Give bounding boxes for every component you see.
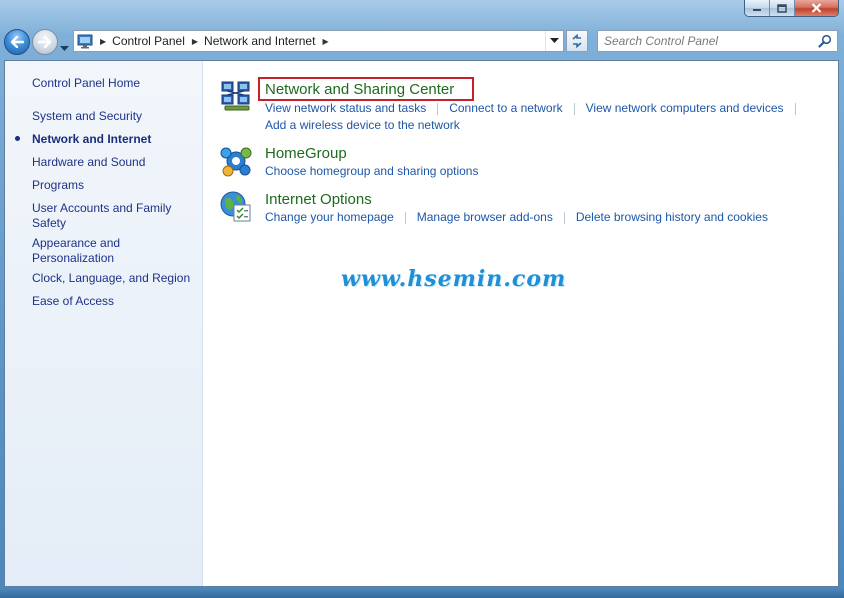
task-view-network-status[interactable]: View network status and tasks bbox=[265, 101, 426, 116]
task-change-homepage[interactable]: Change your homepage bbox=[265, 210, 394, 225]
sidebar: Control Panel Home System and Security N… bbox=[5, 61, 203, 586]
breadcrumb-arrow-icon[interactable]: ▶ bbox=[192, 37, 198, 46]
task-row: View network status and tasks Connect to… bbox=[265, 101, 807, 116]
breadcrumb-arrow-icon[interactable]: ▶ bbox=[100, 37, 106, 46]
sidebar-item-system-and-security[interactable]: System and Security bbox=[32, 109, 197, 124]
task-connect-to-network[interactable]: Connect to a network bbox=[449, 101, 562, 116]
chevron-down-icon bbox=[60, 46, 69, 51]
internet-options-title[interactable]: Internet Options bbox=[265, 191, 372, 209]
forward-arrow-icon bbox=[38, 36, 52, 48]
breadcrumb-network-and-internet[interactable]: Network and Internet bbox=[204, 34, 315, 48]
sidebar-item-control-panel-home[interactable]: Control Panel Home bbox=[32, 76, 197, 91]
current-item-bullet bbox=[15, 136, 20, 141]
address-bar[interactable]: ▶ Control Panel ▶ Network and Internet ▶ bbox=[73, 30, 564, 52]
control-panel-icon bbox=[77, 34, 93, 49]
homegroup-icon bbox=[220, 147, 252, 177]
back-arrow-icon bbox=[10, 36, 24, 48]
sidebar-item-ease-of-access[interactable]: Ease of Access bbox=[32, 294, 197, 309]
navigation-bar: ▶ Control Panel ▶ Network and Internet ▶ bbox=[0, 26, 844, 58]
address-dropdown-button[interactable] bbox=[545, 31, 563, 51]
breadcrumb-control-panel[interactable]: Control Panel bbox=[112, 34, 185, 48]
internet-options-icon bbox=[220, 191, 251, 222]
refresh-icon bbox=[572, 34, 582, 48]
search-input[interactable] bbox=[604, 32, 814, 50]
client-area: Control Panel Home System and Security N… bbox=[4, 60, 839, 587]
back-button[interactable] bbox=[4, 29, 30, 55]
divider bbox=[573, 102, 575, 115]
task-row: Change your homepage Manage browser add-… bbox=[265, 210, 768, 225]
minimize-button[interactable] bbox=[745, 0, 770, 16]
sidebar-item-appearance[interactable]: Appearance and Personalization bbox=[32, 236, 152, 266]
task-manage-browser-addons[interactable]: Manage browser add-ons bbox=[417, 210, 553, 225]
task-row: Add a wireless device to the network bbox=[265, 118, 460, 133]
sidebar-item-programs[interactable]: Programs bbox=[32, 178, 197, 193]
divider bbox=[404, 211, 406, 224]
window-bottom-border bbox=[0, 588, 844, 598]
divider bbox=[563, 211, 565, 224]
sidebar-item-hardware-and-sound[interactable]: Hardware and Sound bbox=[32, 155, 197, 170]
task-row: Choose homegroup and sharing options bbox=[265, 164, 478, 179]
divider bbox=[437, 102, 439, 115]
sidebar-item-clock-language-region[interactable]: Clock, Language, and Region bbox=[32, 271, 197, 286]
sidebar-item-network-and-internet: Network and Internet bbox=[32, 132, 152, 146]
watermark-text: www.hsemin.com bbox=[341, 266, 567, 292]
highlight-box bbox=[258, 77, 474, 101]
homegroup-title[interactable]: HomeGroup bbox=[265, 145, 347, 163]
network-icon bbox=[221, 81, 250, 111]
close-button[interactable] bbox=[795, 0, 838, 16]
search-box[interactable] bbox=[597, 30, 838, 52]
task-choose-homegroup-options[interactable]: Choose homegroup and sharing options bbox=[265, 164, 478, 179]
task-delete-browsing-history[interactable]: Delete browsing history and cookies bbox=[576, 210, 768, 225]
maximize-icon bbox=[777, 3, 787, 13]
sidebar-item-user-accounts[interactable]: User Accounts and Family Safety bbox=[32, 201, 182, 231]
chevron-down-icon bbox=[550, 38, 559, 43]
caption-buttons bbox=[744, 0, 839, 17]
refresh-button[interactable] bbox=[566, 30, 588, 52]
search-icon[interactable] bbox=[818, 34, 832, 48]
maximize-button[interactable] bbox=[770, 0, 795, 16]
forward-button[interactable] bbox=[32, 29, 58, 55]
divider bbox=[794, 102, 796, 115]
task-view-network-computers[interactable]: View network computers and devices bbox=[586, 101, 784, 116]
close-icon bbox=[811, 3, 822, 13]
task-add-wireless-device[interactable]: Add a wireless device to the network bbox=[265, 118, 460, 133]
breadcrumb-arrow-icon[interactable]: ▶ bbox=[322, 37, 328, 46]
minimize-icon bbox=[753, 9, 761, 11]
recent-pages-dropdown[interactable] bbox=[60, 39, 69, 57]
